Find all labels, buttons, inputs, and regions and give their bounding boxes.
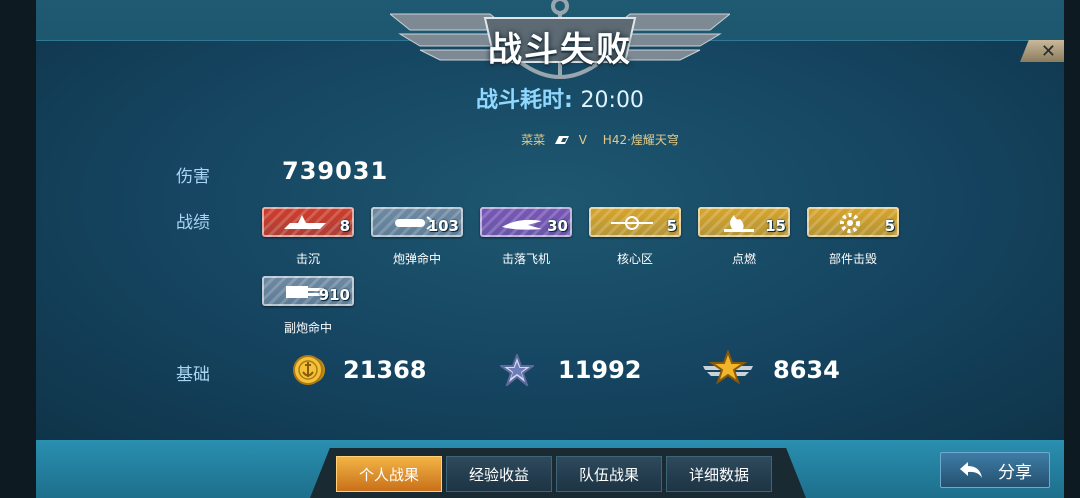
right-edge [1064, 0, 1080, 498]
player-matchup: 菜菜 V H42·煌耀天穹 [470, 131, 730, 148]
fire-icon [724, 215, 754, 232]
record-count: 30 [547, 217, 568, 235]
opponent-name: H42·煌耀天穹 [602, 133, 679, 147]
duration-value: 20:00 [580, 88, 644, 113]
damage-label: 伤害 [176, 167, 210, 187]
silver-star-icon [500, 354, 534, 386]
record-badge-secondary-gun: 910 [262, 276, 354, 306]
silver-star-value: 11992 [558, 356, 642, 384]
record-badge-sinking-ship: 8 [262, 207, 354, 237]
record-count: 103 [427, 217, 459, 235]
basics-label: 基础 [176, 365, 210, 385]
record-badge-plane: 30 [480, 207, 572, 237]
sinking-ship-icon [284, 215, 326, 229]
record-count: 8 [339, 217, 350, 235]
record-caption: 核心区 [616, 252, 653, 266]
record-count: 5 [884, 217, 895, 235]
damage-value: 739031 [282, 157, 389, 185]
left-edge [0, 0, 36, 498]
share-arrow-icon [960, 462, 982, 478]
tab-2[interactable]: 经验收益 [446, 456, 552, 492]
player-name: 菜菜 [521, 133, 546, 147]
record-caption: 击沉 [295, 252, 320, 266]
record-caption: 击落飞机 [501, 252, 550, 266]
record-caption: 部件击毁 [828, 252, 877, 266]
gold-star-value: 8634 [773, 356, 840, 384]
record-count: 910 [318, 286, 350, 304]
tab-3[interactable]: 队伍战果 [556, 456, 662, 492]
duration-label: 战斗耗时: [476, 88, 573, 113]
gold-star-wings-icon [703, 350, 753, 385]
coins-value: 21368 [343, 356, 427, 384]
record-label: 战绩 [176, 213, 210, 233]
tab-4[interactable]: 详细数据 [666, 456, 772, 492]
share-label: 分享 [998, 462, 1032, 483]
record-caption: 炮弹命中 [392, 252, 441, 266]
close-icon: ✕ [1040, 40, 1056, 62]
gold-coin-icon [293, 355, 325, 385]
gear-icon [840, 213, 860, 233]
record-count: 15 [765, 217, 786, 235]
tab-1[interactable]: 个人战果 [336, 456, 442, 492]
record-caption: 副炮命中 [283, 321, 332, 335]
battle-duration: 战斗耗时: 20:00 [440, 82, 680, 114]
record-badge-gear: 5 [807, 207, 899, 237]
vs-label: V [578, 133, 587, 147]
rank-icon [554, 136, 569, 144]
record-badge-crosshair: 5 [589, 207, 681, 237]
record-caption: 点燃 [731, 252, 756, 266]
record-count: 5 [666, 217, 677, 235]
plane-icon [502, 219, 542, 230]
battle-result-title: 战斗失败 [488, 30, 632, 70]
record-badge-fire: 15 [698, 207, 790, 237]
record-badge-shell: 103 [371, 207, 463, 237]
crosshair-icon [611, 216, 653, 230]
share-button[interactable]: 分享 [940, 452, 1050, 488]
